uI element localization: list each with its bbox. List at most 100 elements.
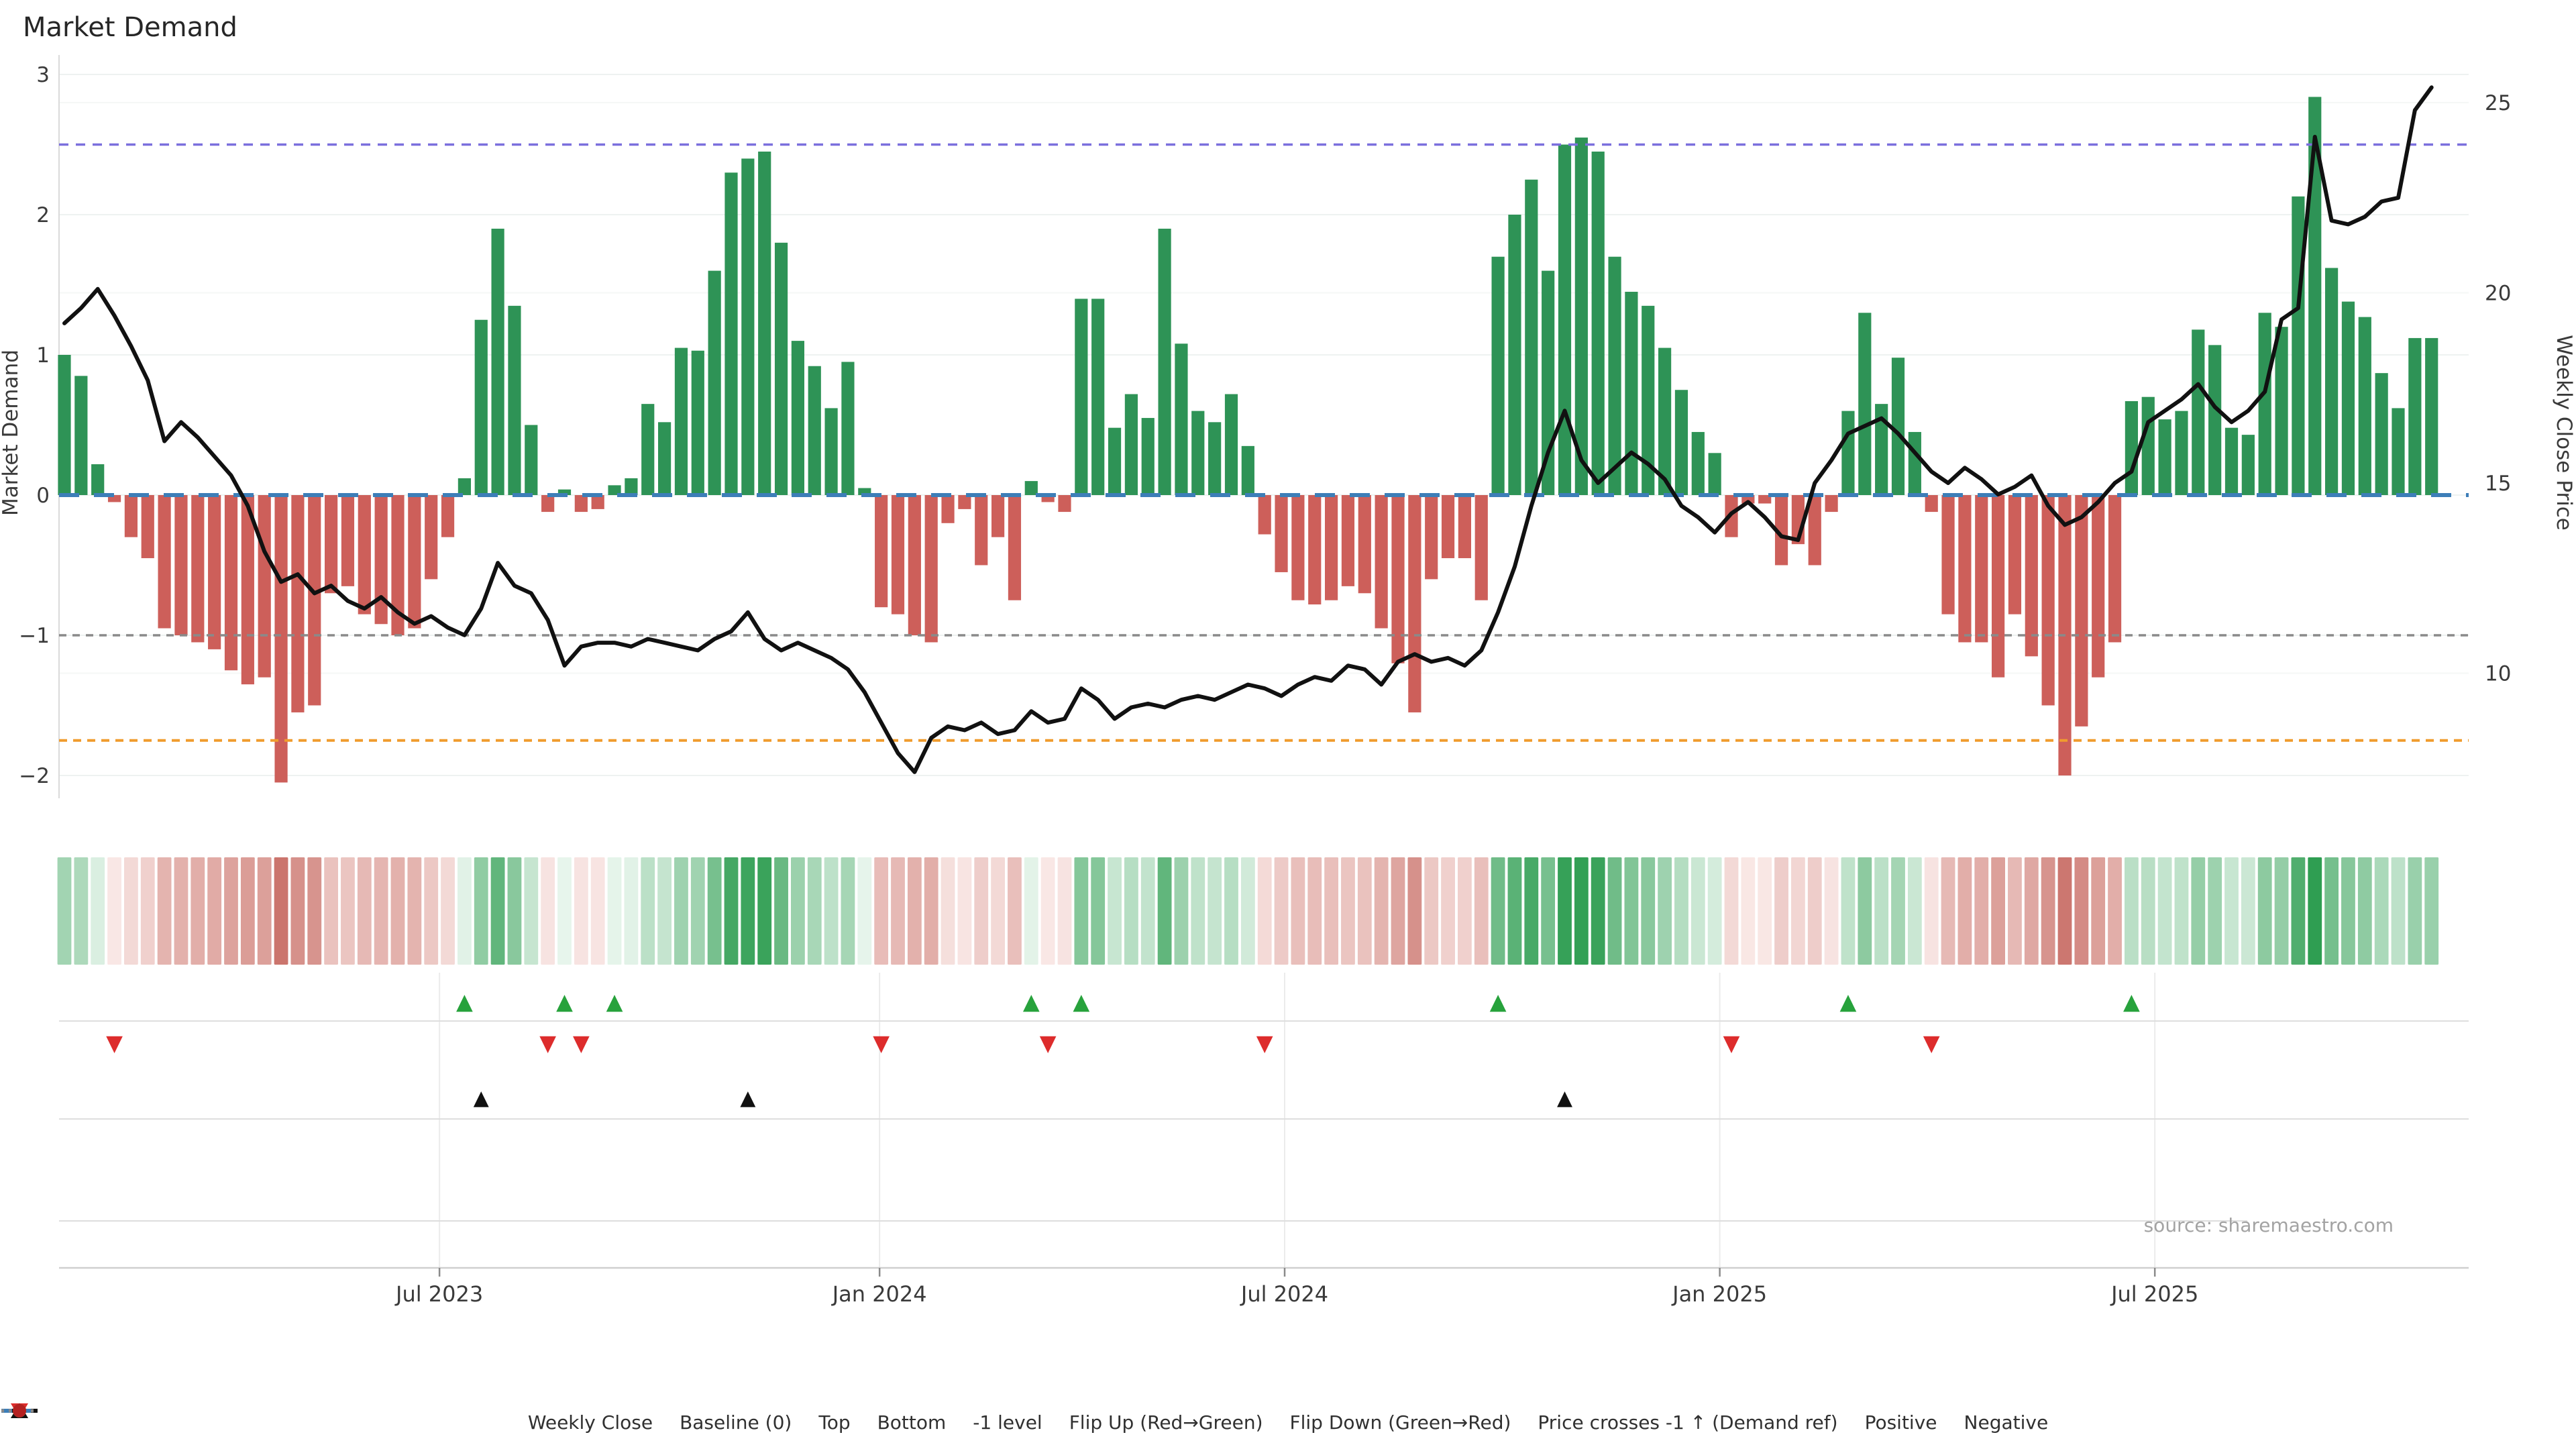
heatmap-cell	[441, 857, 455, 965]
heatmap-cell	[74, 857, 88, 965]
demand-bar-negative	[541, 495, 554, 512]
demand-bar-positive	[1625, 292, 1638, 495]
heatmap-cell	[924, 857, 938, 965]
legend-item: Top	[818, 1411, 850, 1434]
demand-bar-positive	[1508, 215, 1521, 495]
demand-bar-positive	[808, 366, 821, 495]
heatmap-cell	[1541, 857, 1555, 965]
heatmap-cell	[974, 857, 988, 965]
demand-bar-positive	[1242, 446, 1254, 495]
demand-bar-positive	[2159, 419, 2171, 495]
demand-tick-label: 3	[36, 63, 50, 87]
heatmap-cell	[557, 857, 572, 965]
demand-bar-positive	[708, 271, 721, 495]
heatmap-cell	[1808, 857, 1822, 965]
heatmap-cell	[2241, 857, 2255, 965]
left-axis-title: Market Demand	[0, 350, 23, 516]
heatmap-cell	[1625, 857, 1639, 965]
heatmap-cell	[1091, 857, 1105, 965]
demand-bar-negative	[1475, 495, 1488, 600]
heatmap-cell	[1574, 857, 1589, 965]
heatmap-cell	[1841, 857, 1856, 965]
heatmap-cell	[941, 857, 955, 965]
demand-bar-positive	[1025, 481, 1038, 495]
demand-bar-positive	[2342, 302, 2355, 495]
chart-legend: Weekly CloseBaseline (0)TopBottom-1 leve…	[0, 1401, 2576, 1444]
demand-bar-negative	[1825, 495, 1838, 512]
demand-bar-positive	[1108, 428, 1121, 495]
flip-down-marker	[1723, 1036, 1740, 1053]
demand-bar-positive	[1492, 257, 1505, 495]
demand-bar-positive	[741, 158, 754, 495]
heatmap-cell	[1791, 857, 1805, 965]
demand-bar-positive	[2142, 397, 2155, 495]
flip-up-marker	[606, 995, 623, 1012]
heatmap-cell	[1391, 857, 1405, 965]
demand-bar-negative	[2008, 495, 2021, 614]
demand-bar-negative	[425, 495, 437, 579]
demand-bar-positive	[1692, 432, 1705, 495]
demand-bar-negative	[208, 495, 221, 649]
axes: Jul 2023Jan 2024Jul 2024Jan 2025Jul 2025…	[19, 63, 2511, 1307]
legend-label: Negative	[1964, 1411, 2049, 1434]
heatmap-cell	[241, 857, 255, 965]
demand-bar-negative	[1408, 495, 1421, 712]
heatmap-cell	[1725, 857, 1739, 965]
heatmap-cell	[2324, 857, 2339, 965]
demand-bar-negative	[358, 495, 371, 614]
heatmap-cell	[524, 857, 538, 965]
demand-bar-negative	[1358, 495, 1371, 593]
heatmap-cell	[1275, 857, 1289, 965]
source-credit: source: sharemaestro.com	[2144, 1214, 2394, 1236]
price-tick-label: 25	[2485, 91, 2511, 115]
heatmap-cell	[541, 857, 555, 965]
legend-item: Positive	[1865, 1411, 1937, 1434]
heatmap-cell	[291, 857, 305, 965]
heatmap-cell	[407, 857, 421, 965]
heatmap-cell	[158, 857, 172, 965]
heatmap-cell	[2258, 857, 2272, 965]
heatmap-cell	[774, 857, 788, 965]
heatmap-cell	[2091, 857, 2105, 965]
heatmap-cell	[1758, 857, 1772, 965]
demand-bar-positive	[675, 348, 688, 495]
flip-up-marker	[556, 995, 573, 1012]
demand-bars	[58, 97, 2438, 782]
heatmap-cell	[2025, 857, 2039, 965]
demand-bar-positive	[1892, 358, 1904, 495]
heatmap-cell	[1508, 857, 1522, 965]
legend-label: Positive	[1865, 1411, 1937, 1434]
flip-down-marker	[106, 1036, 123, 1053]
market-demand-dashboard: Jul 2023Jan 2024Jul 2024Jan 2025Jul 2025…	[0, 0, 2576, 1449]
heatmap-cell	[1524, 857, 1538, 965]
heatmap-cell	[991, 857, 1005, 965]
demand-bar-positive	[1675, 390, 1688, 495]
demand-bar-negative	[991, 495, 1004, 537]
demand-bar-negative	[325, 495, 337, 593]
x-tick-label: Jul 2023	[394, 1281, 483, 1307]
heatmap-cell	[1458, 857, 1472, 965]
demand-bar-negative	[1375, 495, 1388, 629]
flip-up-marker	[456, 995, 473, 1012]
flip-up-marker	[1073, 995, 1090, 1012]
heatmap-cell	[2108, 857, 2122, 965]
demand-bar-positive	[1841, 411, 1854, 495]
heatmap-cell	[808, 857, 822, 965]
heatmap-cell	[1941, 857, 1955, 965]
demand-bar-positive	[1091, 299, 1104, 495]
demand-bar-negative	[1058, 495, 1071, 512]
heatmap-cell	[1258, 857, 1272, 965]
legend-item: Price crosses -1 ↑ (Demand ref)	[1538, 1411, 1837, 1434]
legend-item: Flip Down (Green→Red)	[1290, 1411, 1511, 1434]
heatmap-cell	[1558, 857, 1572, 965]
heatmap-cell	[2125, 857, 2139, 965]
demand-bar-negative	[941, 495, 954, 523]
heatmap-cell	[741, 857, 755, 965]
x-tick-label: Jan 2025	[1671, 1281, 1767, 1307]
demand-bar-positive	[1909, 432, 1921, 495]
heatmap-cell	[1124, 857, 1138, 965]
legend-item: Flip Up (Red→Green)	[1069, 1411, 1263, 1434]
legend-item: Baseline (0)	[680, 1411, 792, 1434]
demand-bar-negative	[2108, 495, 2121, 642]
demand-bar-negative	[1008, 495, 1021, 600]
